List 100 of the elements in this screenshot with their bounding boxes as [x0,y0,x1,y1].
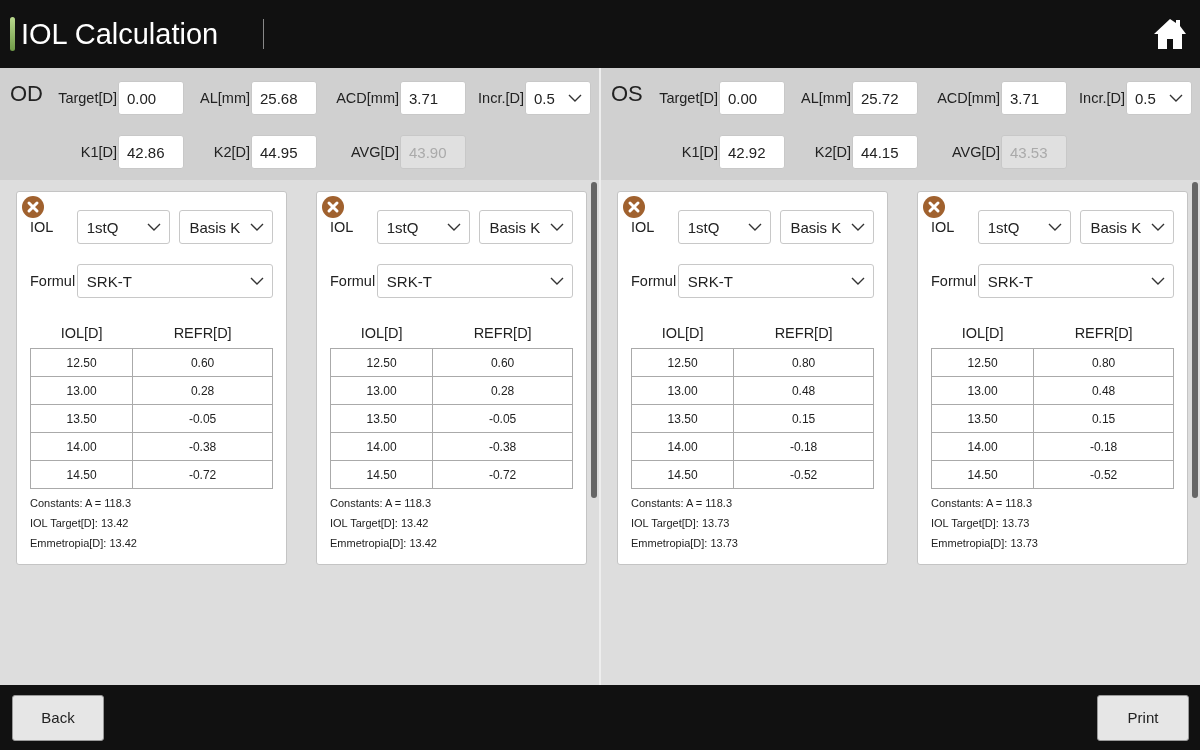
increment-select[interactable]: 0.5 [1126,81,1192,115]
chevron-down-icon [851,223,865,231]
field-label: ACD[mm] [336,90,399,106]
table-cell: -0.18 [1033,432,1174,461]
field-label: K1[D] [80,144,117,160]
table-cell: -0.38 [132,432,273,461]
iol-label: IOL [30,219,55,235]
table-cell: 14.00 [631,432,734,461]
input-field[interactable]: 0.00 [118,81,184,115]
k-mode-select[interactable]: Basis K [479,210,573,244]
field-label: AVG[D] [350,144,399,160]
k-mode-select[interactable]: Basis K [1080,210,1174,244]
table-cell: 14.00 [330,432,433,461]
table-cell: 14.50 [330,460,433,489]
back-button[interactable]: Back [12,694,104,741]
table-cell: 0.80 [1033,348,1174,377]
field-label: ACD[mm] [937,90,1000,106]
table-cell: 14.00 [931,432,1034,461]
input-field[interactable]: 25.72 [852,81,918,115]
page-title: IOL Calculation [21,17,220,51]
formula-select[interactable]: SRK-T [76,264,273,298]
increment-select[interactable]: 0.5 [525,81,591,115]
result-note: Constants: A = 118.3 [330,496,432,511]
scrollbar[interactable] [1192,182,1198,498]
chevron-down-icon [1151,277,1165,285]
input-field[interactable]: 42.92 [719,135,785,169]
chevron-down-icon [550,223,564,231]
input-field[interactable]: 3.71 [1001,81,1067,115]
formula-select[interactable]: SRK-T [677,264,874,298]
eye-label: OS [611,81,644,107]
chevron-down-icon [147,223,162,231]
field-label: AL[mm] [200,90,250,106]
field-label: K2[D] [814,144,851,160]
field-label: Target[D] [659,90,718,106]
table-cell: 12.50 [30,348,133,377]
input-field[interactable]: 44.15 [852,135,918,169]
k-mode-select[interactable]: Basis K [780,210,874,244]
table-cell: 14.00 [30,432,133,461]
table-cell: 13.00 [330,376,433,405]
close-icon[interactable] [623,196,645,218]
chevron-down-icon [550,277,564,285]
chevron-down-icon [1151,223,1165,231]
chevron-down-icon [250,277,264,285]
iol-label: IOL [631,219,656,235]
field-label: Incr.[D] [1079,90,1125,106]
column-header: REFR[D] [432,318,573,349]
input-field[interactable]: 3.71 [400,81,466,115]
table-cell: 0.15 [733,404,874,433]
table-cell: 0.28 [432,376,573,405]
table-cell: -0.72 [432,460,573,489]
table-cell: 13.50 [631,404,734,433]
result-note: IOL Target[D]: 13.42 [330,516,430,531]
field-label: Incr.[D] [478,90,524,106]
iol-label: IOL [330,219,355,235]
column-header: REFR[D] [733,318,874,349]
input-field[interactable]: 25.68 [251,81,317,115]
formula-label: Formul [631,273,678,289]
chevron-down-icon [568,94,582,102]
chevron-down-icon [1169,94,1183,102]
eye-label: OD [10,81,44,107]
input-field[interactable]: 42.86 [118,135,184,169]
table-cell: 0.60 [432,348,573,377]
result-note: Emmetropia[D]: 13.42 [330,536,438,551]
chevron-down-icon [250,223,264,231]
home-icon[interactable] [1152,16,1188,52]
result-note: Emmetropia[D]: 13.73 [631,536,739,551]
lens-select[interactable]: 1stQ [677,210,772,244]
column-header: REFR[D] [1033,318,1174,349]
column-header: IOL[D] [330,318,433,349]
close-icon[interactable] [923,196,945,218]
result-note: Emmetropia[D]: 13.42 [30,536,138,551]
table-cell: -0.52 [733,460,874,489]
result-note: Emmetropia[D]: 13.73 [931,536,1039,551]
table-cell: 0.48 [1033,376,1174,405]
table-cell: -0.05 [132,404,273,433]
close-icon[interactable] [322,196,344,218]
lens-select[interactable]: 1stQ [977,210,1072,244]
field-label: K2[D] [213,144,250,160]
close-icon[interactable] [22,196,44,218]
accent-bar [10,17,15,51]
table-cell: 12.50 [330,348,433,377]
print-button[interactable]: Print [1097,694,1189,741]
k-mode-select[interactable]: Basis K [179,210,273,244]
column-header: IOL[D] [931,318,1034,349]
table-cell: 13.00 [631,376,734,405]
field-label: AVG[D] [951,144,1000,160]
formula-select[interactable]: SRK-T [977,264,1174,298]
table-cell: 14.50 [931,460,1034,489]
table-cell: 13.00 [931,376,1034,405]
lens-select[interactable]: 1stQ [376,210,471,244]
scrollbar[interactable] [591,182,597,498]
input-field[interactable]: 0.00 [719,81,785,115]
formula-label: Formul [330,273,377,289]
input-field[interactable]: 44.95 [251,135,317,169]
formula-select[interactable]: SRK-T [376,264,573,298]
chevron-down-icon [851,277,865,285]
column-header: IOL[D] [30,318,133,349]
lens-select[interactable]: 1stQ [76,210,171,244]
table-cell: 0.15 [1033,404,1174,433]
chevron-down-icon [447,223,462,231]
